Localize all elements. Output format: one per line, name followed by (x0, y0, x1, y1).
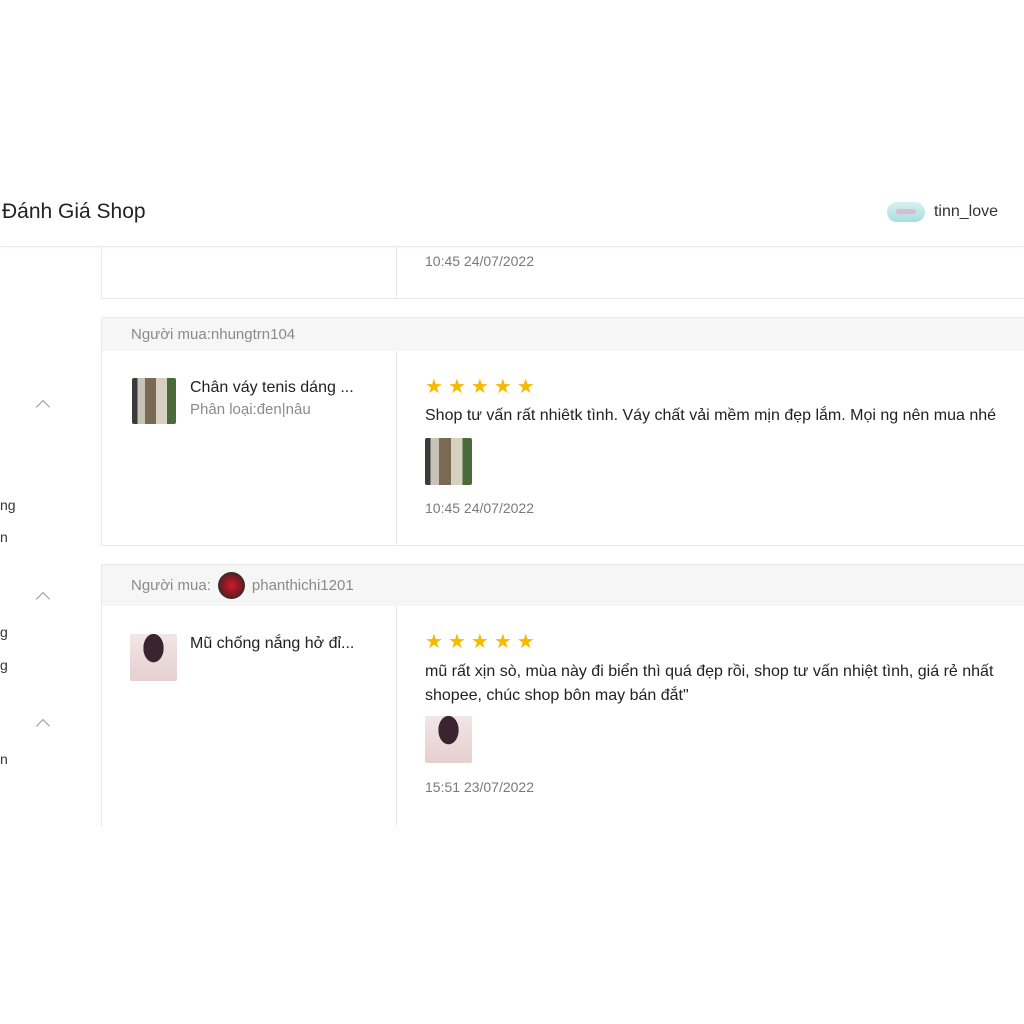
review-timestamp: 15:51 23/07/2022 (425, 779, 534, 795)
product-column[interactable]: Chân váy tenis dáng ... Phân loại:đen|nâ… (102, 351, 397, 545)
rating-stars: ★ ★ ★ ★ ★ (425, 377, 535, 397)
star-icon: ★ (493, 631, 512, 653)
buyer-header: Người mua: nhungtrn104 (102, 318, 1024, 351)
buyer-header: Người mua: phanthichi1201 (102, 565, 1024, 606)
star-icon: ★ (470, 376, 489, 398)
review-photo[interactable] (425, 716, 472, 763)
account-menu[interactable]: tinn_love (886, 202, 998, 222)
review-text: Shop tư vấn rất nhiêtk tình. Váy chất vả… (425, 407, 997, 424)
review-timestamp: 10:45 24/07/2022 (425, 500, 534, 516)
product-thumbnail[interactable] (130, 634, 177, 681)
buyer-label: Người mua: (131, 577, 211, 594)
star-icon: ★ (516, 631, 535, 653)
buyer-name[interactable]: phanthichi1201 (252, 577, 354, 594)
buyer-avatar[interactable] (217, 572, 245, 599)
review-column: ★ ★ ★ ★ ★ mũ rất xịn sò, mùa này đi biển… (397, 606, 1024, 826)
star-icon: ★ (470, 631, 489, 653)
product-column[interactable]: Mũ chống nắng hở đỉ... (102, 606, 397, 826)
account-name[interactable]: tinn_love (934, 203, 998, 221)
product-variant: Phân loại:đen|nâu (190, 401, 311, 418)
page-header: Đánh Giá Shop tinn_love (0, 180, 1024, 247)
shop-logo-icon[interactable] (886, 202, 925, 222)
page-title: Đánh Giá Shop (2, 200, 146, 223)
collapse-chevron-icon[interactable] (35, 591, 51, 607)
buyer-label: Người mua: (131, 326, 211, 343)
product-thumbnail[interactable] (132, 378, 176, 424)
star-icon: ★ (493, 376, 512, 398)
star-icon: ★ (516, 376, 535, 398)
review-photo[interactable] (425, 438, 472, 485)
review-page: ng n g g n 10:45 24/07/2022 Người mua: nh… (0, 180, 1024, 826)
sidebar-item-fragment[interactable]: g (0, 624, 8, 640)
star-icon: ★ (425, 631, 443, 653)
sidebar-item-fragment[interactable]: n (0, 751, 8, 767)
collapse-chevron-icon[interactable] (35, 399, 51, 415)
review-card: Người mua: nhungtrn104 Chân váy tenis dán… (101, 317, 1024, 546)
review-timestamp: 10:45 24/07/2022 (425, 253, 534, 269)
rating-stars: ★ ★ ★ ★ ★ (425, 632, 535, 652)
product-name[interactable]: Mũ chống nắng hở đỉ... (190, 635, 354, 653)
buyer-name[interactable]: nhungtrn104 (211, 326, 295, 343)
star-icon: ★ (447, 376, 466, 398)
review-column: ★ ★ ★ ★ ★ Shop tư vấn rất nhiêtk tình. V… (397, 351, 1024, 545)
review-card: Người mua: phanthichi1201 Mũ chống nắng … (101, 564, 1024, 826)
sidebar-item-fragment[interactable]: n (0, 529, 8, 545)
sidebar-item-fragment[interactable]: ng (0, 497, 16, 513)
review-text: mũ rất xịn sò, mùa này đi biển thì quá đ… (425, 663, 994, 704)
product-name[interactable]: Chân váy tenis dáng ... (190, 379, 354, 397)
collapse-chevron-icon[interactable] (35, 718, 51, 734)
sidebar-item-fragment[interactable]: g (0, 657, 8, 673)
star-icon: ★ (447, 631, 466, 653)
star-icon: ★ (425, 376, 443, 398)
